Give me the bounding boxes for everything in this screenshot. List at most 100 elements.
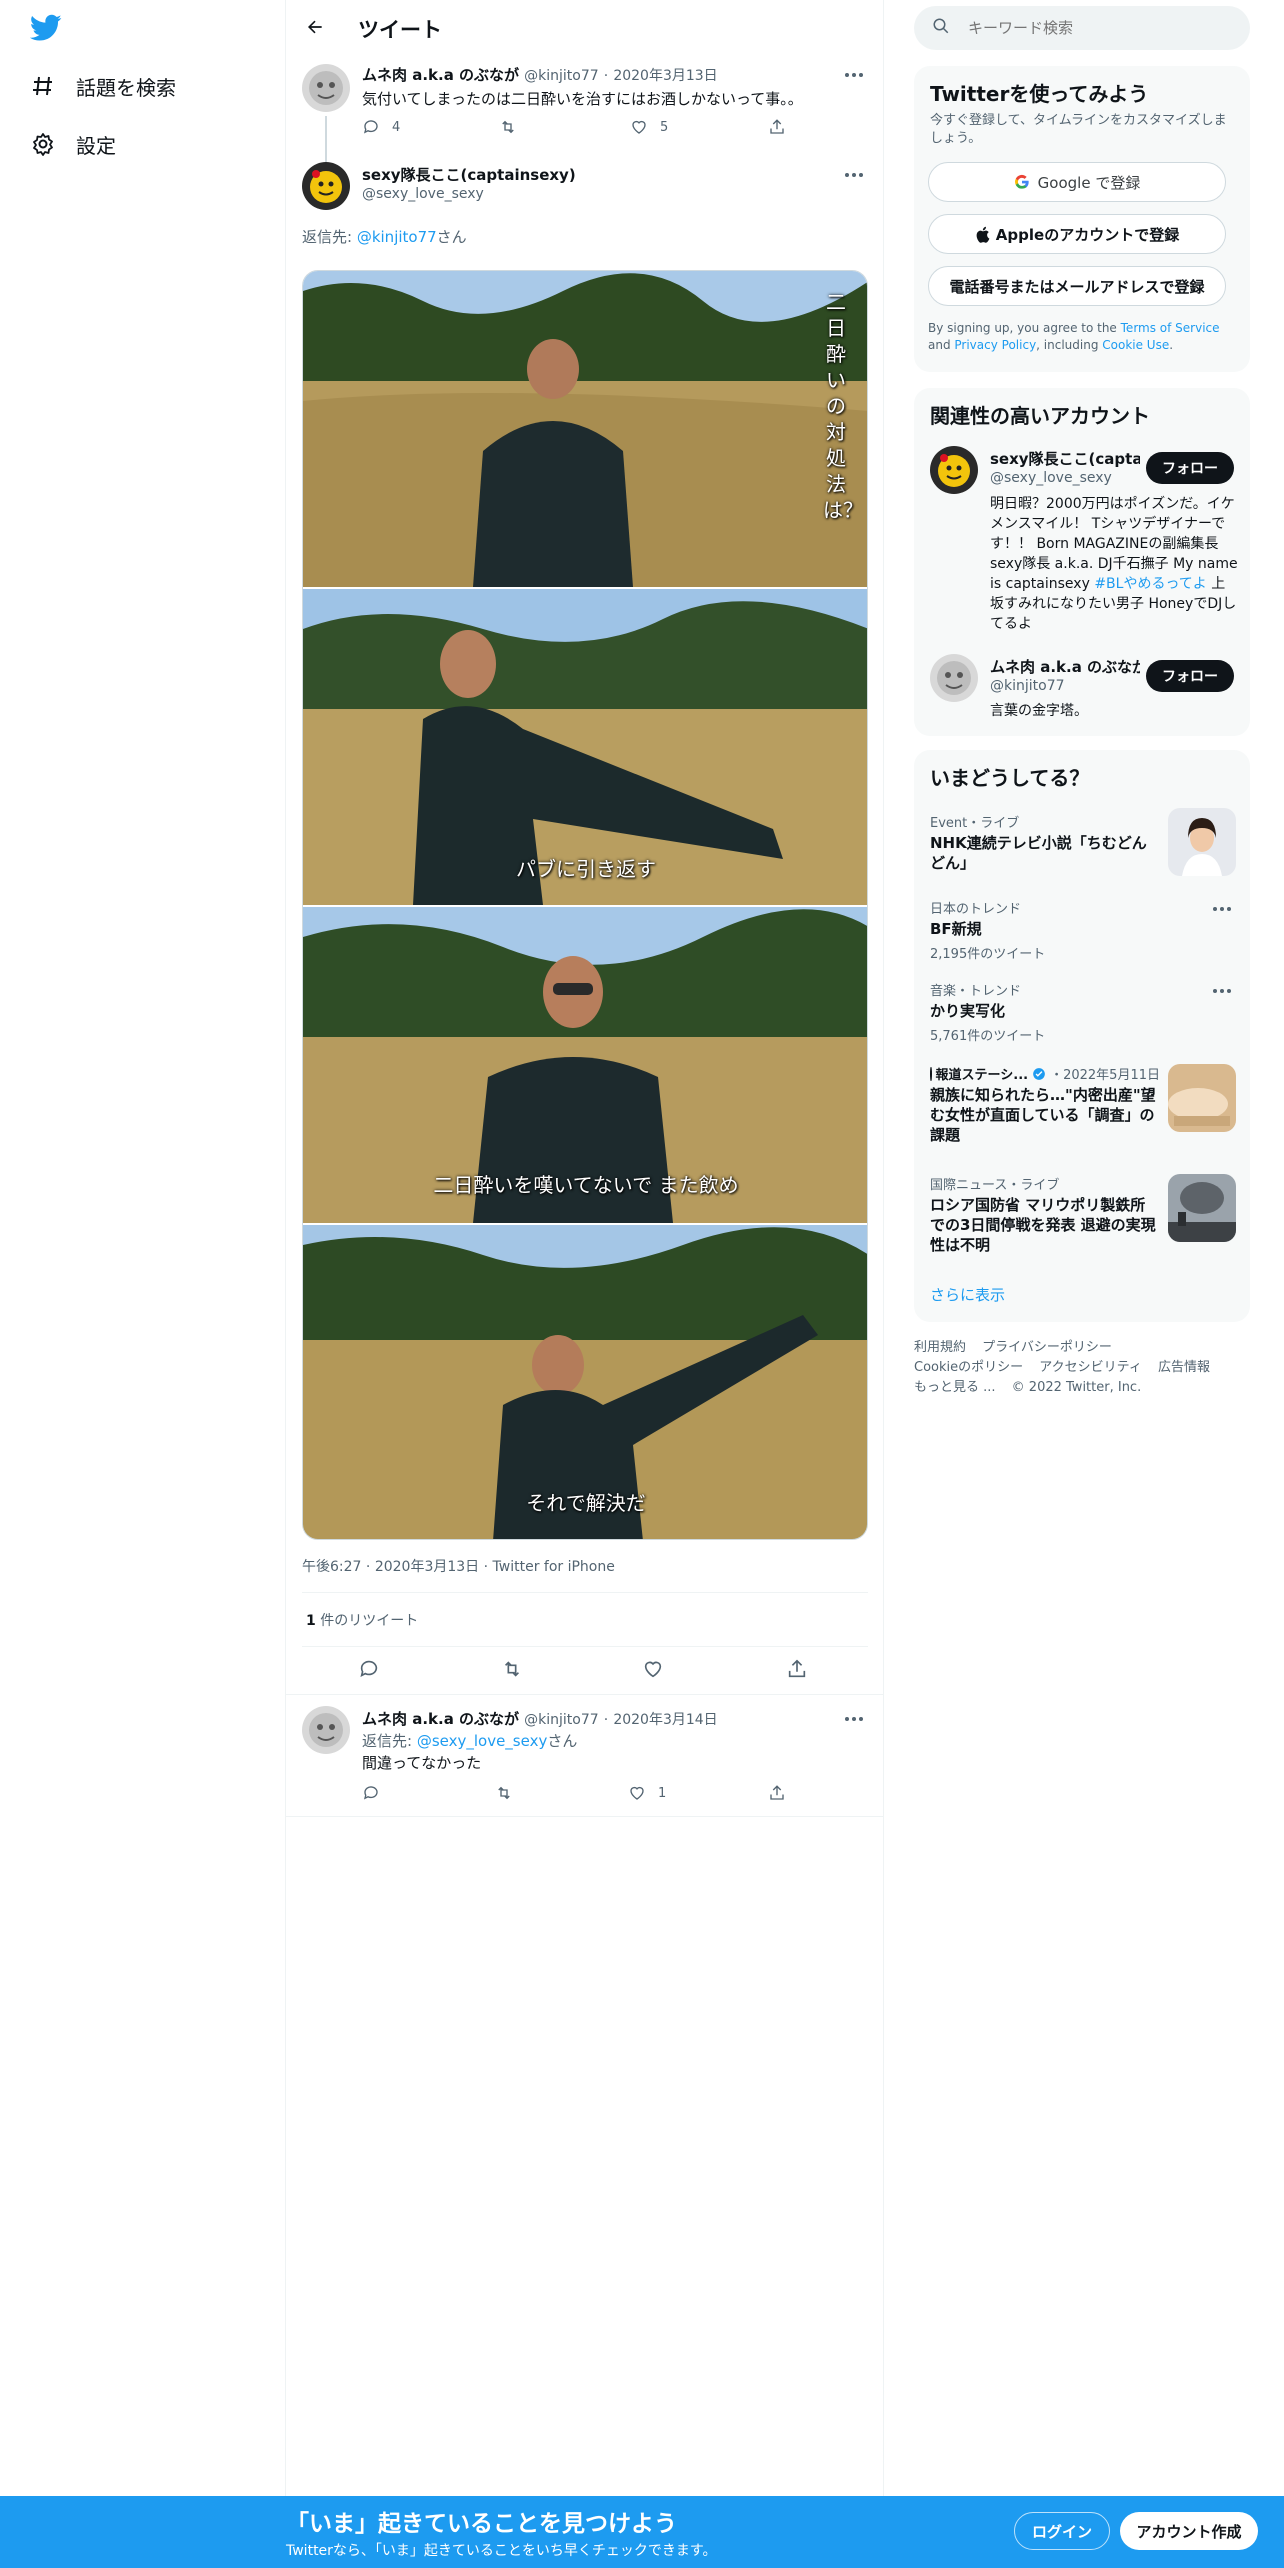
cookie-link[interactable]: Cookie Use [1102, 338, 1169, 352]
share-button[interactable] [768, 1784, 798, 1802]
retweet-button[interactable] [494, 1784, 526, 1802]
author-name[interactable]: ムネ肉 a.k.a のぶなが [362, 66, 519, 84]
trend-context: 国際ニュース・ライブ [930, 1178, 1060, 1193]
follow-button[interactable]: フォロー [1146, 452, 1234, 484]
like-icon [632, 120, 646, 134]
terms-text: By signing up, you agree to the Terms of… [928, 320, 1238, 354]
footer-more-link[interactable]: もっと見る ... [914, 1380, 996, 1395]
terms-prefix: By signing up, you agree to the [928, 321, 1121, 335]
share-icon [770, 1785, 784, 1800]
thread-line [325, 116, 327, 162]
reply-button[interactable] [362, 1784, 392, 1802]
back-arrow-icon[interactable] [300, 12, 330, 42]
share-icon [788, 1659, 806, 1678]
tweet-media-image[interactable]: 二日酔いの対処法は？ パブに引き返す 二日酔いを嘆いてないで また飲め それで解… [302, 270, 868, 1540]
like-button[interactable] [642, 1658, 676, 1680]
show-more-link[interactable]: さらに表示 [930, 1284, 1005, 1305]
nav-explore[interactable]: 話題を検索 [30, 64, 176, 108]
reply-to-handle[interactable]: @sexy_love_sexy [417, 1732, 548, 1750]
share-icon [770, 119, 784, 134]
account-handle[interactable]: @sexy_love_sexy [990, 470, 1112, 486]
hashtag-link[interactable]: #BLやめるってよ [1094, 576, 1206, 592]
author-name[interactable]: ムネ肉 a.k.a のぶなが [362, 1710, 519, 1728]
trend-item[interactable]: 日本のトレンド BF新規 2,195件のツイート [930, 898, 1236, 962]
reply-button[interactable]: 4 [362, 118, 400, 136]
avatar[interactable] [930, 654, 978, 702]
trend-context: 報道ステーシ... ・ 2022年5月11日 [930, 1064, 1160, 1083]
footer-link[interactable]: アクセシビリティ [1039, 1360, 1142, 1375]
like-button[interactable]: 5 [630, 118, 668, 136]
retweet-button[interactable] [500, 1658, 536, 1680]
meta-separator: · [365, 1559, 371, 1575]
account-handle[interactable]: @kinjito77 [990, 678, 1065, 694]
verified-icon [1032, 1067, 1046, 1081]
trend-count: 2,195件のツイート [930, 947, 1046, 962]
avatar[interactable] [930, 446, 978, 494]
terms-and: and [928, 338, 955, 352]
right-sidebar: Twitterを使ってみよう 今すぐ登録して、タイムラインをカスタマイズしましょ… [884, 0, 1284, 2568]
search-box[interactable] [914, 6, 1250, 50]
footer-link[interactable]: Cookieのポリシー [914, 1360, 1023, 1375]
more-icon[interactable] [842, 66, 866, 84]
share-button[interactable] [768, 118, 798, 136]
avatar[interactable] [302, 162, 350, 210]
retweet-stat[interactable]: 1 件のリツイート [306, 1610, 418, 1630]
reply-to-line: 返信先: @sexy_love_sexyさん [362, 1730, 577, 1751]
tweet-date[interactable]: 2020年3月14日 [613, 1712, 717, 1728]
twitter-bird-icon[interactable] [29, 14, 66, 44]
related-accounts-title: 関連性の高いアカウント [930, 404, 1150, 428]
tweet-date[interactable]: 2020年3月13日 [613, 68, 717, 84]
apple-signup-button[interactable]: Appleのアカウントで登録 [928, 214, 1226, 254]
more-icon[interactable] [1210, 900, 1234, 918]
gear-icon [30, 131, 56, 157]
more-icon[interactable] [842, 166, 866, 184]
reply-to-handle[interactable]: @kinjito77 [357, 228, 437, 246]
trend-item[interactable]: 国際ニュース・ライブ ロシア国防省 マリウポリ製鉄所での3日間停戦を発表 退避の… [930, 1174, 1160, 1255]
author-name[interactable]: sexy隊長ここ(captainsexy) [362, 164, 576, 185]
google-signup-button[interactable]: Google で登録 [928, 162, 1226, 202]
google-icon [1014, 174, 1030, 190]
avatar[interactable] [302, 1706, 350, 1754]
trend-item[interactable]: Event・ライブ NHK連続テレビ小説「ちむどんどん」 [930, 812, 1160, 873]
reply-icon [363, 120, 378, 134]
google-signup-label: Google で登録 [1037, 173, 1141, 192]
footer-link[interactable]: 利用規約 [914, 1340, 966, 1355]
account-name[interactable]: sexy隊長ここ(captain... [990, 448, 1140, 469]
login-button[interactable]: ログイン [1014, 2512, 1110, 2550]
reply-to-line: 返信先: @kinjito77さん [302, 226, 467, 247]
retweet-button[interactable] [498, 118, 530, 136]
signup-banner: 「いま」起きていることを見つけよう Twitterなら、「いま」起きていることを… [0, 2496, 1284, 2568]
trend-item[interactable]: 音楽・トレンド かり実写化 5,761件のツイート [930, 980, 1236, 1044]
author-handle[interactable]: @sexy_love_sexy [362, 186, 484, 202]
trend-title: NHK連続テレビ小説「ちむどんどん」 [930, 834, 1147, 872]
left-navigation: 話題を検索 設定 [0, 0, 286, 2568]
tweet-meta: ムネ肉 a.k.a のぶなが @kinjito77 · 2020年3月14日 [362, 1708, 718, 1729]
nav-settings[interactable]: 設定 [30, 122, 116, 166]
share-button[interactable] [786, 1658, 820, 1680]
tweet-time[interactable]: 午後6:27 [302, 1559, 361, 1575]
search-input[interactable] [968, 19, 1228, 37]
tweet-date[interactable]: 2020年3月13日 [375, 1559, 479, 1575]
more-icon[interactable] [842, 1710, 866, 1728]
meta-separator: ・ [1050, 1068, 1064, 1083]
like-button[interactable]: 1 [628, 1784, 666, 1802]
reply-button[interactable] [358, 1658, 392, 1680]
account-name[interactable]: ムネ肉 a.k.a のぶなが [990, 656, 1140, 677]
author-handle[interactable]: @kinjito77 [524, 1712, 599, 1728]
trend-item[interactable]: 報道ステーシ... ・ 2022年5月11日 親族に知られたら…"内密出産"望む女… [930, 1064, 1160, 1145]
footer-link[interactable]: 広告情報 [1158, 1360, 1210, 1375]
author-handle[interactable]: @kinjito77 [524, 68, 599, 84]
like-icon [644, 1661, 662, 1678]
reply-to-suffix: さん [547, 1732, 578, 1750]
more-icon[interactable] [1210, 982, 1234, 1000]
page-header: ツイート [286, 0, 884, 54]
trend-title: 親族に知られたら…"内密出産"望む女性が直面している「調査」の課題 [930, 1086, 1156, 1144]
footer-link[interactable]: プライバシーポリシー [982, 1340, 1112, 1355]
terms-link[interactable]: Terms of Service [1121, 321, 1220, 335]
follow-button[interactable]: フォロー [1146, 660, 1234, 692]
tweet-source[interactable]: Twitter for iPhone [493, 1559, 615, 1575]
signup-button[interactable]: アカウント作成 [1120, 2512, 1258, 2550]
privacy-link[interactable]: Privacy Policy [954, 338, 1036, 352]
avatar[interactable] [302, 64, 350, 112]
phone-email-signup-button[interactable]: 電話番号またはメールアドレスで登録 [928, 266, 1226, 306]
